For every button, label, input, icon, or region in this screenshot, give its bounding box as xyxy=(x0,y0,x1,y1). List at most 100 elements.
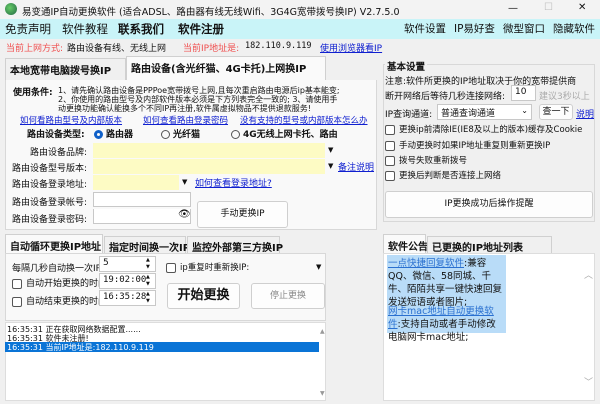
router-type-label: 路由设备类型: xyxy=(27,130,85,140)
scroll-up-icon[interactable]: ▲ xyxy=(320,328,325,335)
menu-tutorial[interactable]: 软件教程 xyxy=(62,21,108,37)
router-model-link[interactable]: 如何看路由型号及内部版本 xyxy=(20,114,122,126)
account-input[interactable] xyxy=(93,192,191,207)
channel-select[interactable]: 普通查询通道 ⌄ xyxy=(437,104,532,120)
interval-spinner[interactable]: ▲ ▼ xyxy=(146,257,150,271)
menu-hide[interactable]: 隐藏软件 xyxy=(553,21,595,36)
auto-start-label: 自动开始更换的时间: xyxy=(26,279,111,289)
ip-value: 182.110.9.119 xyxy=(245,41,312,51)
model-select[interactable] xyxy=(93,159,325,174)
check-redial[interactable]: 拨号失败重新拨号 xyxy=(385,154,467,166)
ip-label: 当前IP地址是: xyxy=(183,44,240,54)
notice-link-quick-reply[interactable]: 一点快捷回复软件 xyxy=(388,258,464,269)
basic-settings-title: 基本设置 xyxy=(385,59,428,73)
end-time-spinner[interactable]: ▲ ▼ xyxy=(146,291,150,305)
interval-label: 每隔几秒自动换一次IP: xyxy=(12,264,105,274)
chevron-down-icon: ⌄ xyxy=(521,106,528,115)
usage-line-3: 动更换功能确认能换多个不同IP再注册,软件属虚拟物品不提供退款服务! xyxy=(58,104,311,113)
channel-explain-link[interactable]: 说明 xyxy=(576,107,594,120)
usage-label: 使用条件: xyxy=(13,88,53,98)
radio-router-label: 路由器 xyxy=(106,130,134,140)
password-label: 路由设备登录密码: xyxy=(12,215,88,225)
check-ip-button[interactable]: 查一下 xyxy=(539,104,573,120)
close-button[interactable]: ✕ xyxy=(578,2,586,13)
minimize-button[interactable]: — xyxy=(508,3,518,14)
check-label: 手动更换时如果IP地址重复则重新更换IP xyxy=(399,141,551,151)
chevron-down-icon[interactable]: ▼ xyxy=(316,263,321,271)
browser-ip-link[interactable]: 使用浏览器看IP xyxy=(320,41,382,54)
mode-label: 当前上网方式: xyxy=(6,44,64,54)
brand-label: 路由设备品牌: xyxy=(30,148,88,158)
check-label: 更换ip前清除IE(IE8及以上的版本)缓存及Cookie xyxy=(399,125,583,135)
checkbox-icon xyxy=(166,262,176,273)
check-label: 更换后判断是否连接上网络 xyxy=(399,171,502,181)
channel-value: 普通查询通道 xyxy=(441,109,496,119)
radio-4g[interactable]: 4G无线上网卡托、路由 xyxy=(231,127,338,140)
tab-notice[interactable]: 软件公告 xyxy=(383,234,428,254)
maximize-button[interactable]: ☐ xyxy=(544,2,553,13)
mode-value: 路由设备有线、无线上网 xyxy=(67,44,167,54)
chevron-down-icon[interactable]: ▼ xyxy=(182,178,187,186)
checkbox-icon xyxy=(385,124,395,135)
checkbox-icon xyxy=(12,278,22,289)
chevron-down-icon[interactable]: ▼ xyxy=(328,146,333,154)
check-repeat-change[interactable]: 手动更换时如果IP地址重复则重新更换IP xyxy=(385,139,550,151)
check-connection[interactable]: 更换后判断是否连接上网络 xyxy=(385,169,501,181)
menu-contact[interactable]: 联系我们 xyxy=(118,21,164,37)
scroll-down-icon[interactable]: ▼ xyxy=(320,390,325,397)
auto-start-check[interactable]: 自动开始更换的时间: xyxy=(12,276,110,289)
channel-label: IP查询通道: xyxy=(385,110,433,120)
address-help-link[interactable]: 如何查看登录地址? xyxy=(195,176,272,189)
radio-router[interactable]: 路由器 xyxy=(94,127,133,140)
notice-item: 一点快捷回复软件:兼容QQ、微信、58同城、千牛、陌陌共享一键快速回复发送短语或… xyxy=(388,257,505,309)
account-label: 路由设备登录帐号: xyxy=(12,198,88,208)
menu-register[interactable]: 软件注册 xyxy=(178,21,224,37)
menu-disclaimer[interactable]: 免责声明 xyxy=(5,21,51,37)
notice-item: 网卡mac地址自动更换软件:支持自动或者手动修改电脑网卡mac地址; xyxy=(388,305,505,344)
router-password-link[interactable]: 如何查看路由登录密码 xyxy=(143,114,228,126)
app-logo-icon xyxy=(5,3,17,15)
chevron-down-icon[interactable]: ▼ xyxy=(328,162,333,170)
address-select[interactable] xyxy=(93,175,179,190)
tab-monitor[interactable]: 监控外部第三方换IP xyxy=(187,236,283,254)
basic-note: 注意:软件所更换的IP地址取决于你的宽带提供商 xyxy=(385,77,577,87)
stop-change-button[interactable]: 停止更换 xyxy=(251,283,325,309)
checkbox-icon xyxy=(385,155,395,166)
model-note-link[interactable]: 备注说明 xyxy=(338,160,374,173)
scroll-down-icon[interactable]: ﹀ xyxy=(584,375,593,388)
tab-scheduled[interactable]: 指定时间换一次IP xyxy=(104,236,190,254)
checkbox-icon xyxy=(12,296,22,307)
tab-ip-history[interactable]: 已更换的IP地址列表 xyxy=(427,236,552,254)
repeat-check[interactable]: ip重复时重新换IP: xyxy=(166,261,249,273)
radio-fiber[interactable]: 光纤猫 xyxy=(161,127,200,140)
repeat-label: ip重复时重新换IP: xyxy=(180,263,250,273)
tab-auto-loop[interactable]: 自动循环更换IP地址 xyxy=(5,234,103,254)
checkbox-icon xyxy=(385,140,395,151)
wait-hint: 建议3秒以上 xyxy=(539,92,590,102)
success-remind-button[interactable]: IP更换成功后操作提醒 xyxy=(385,191,593,218)
auto-end-check[interactable]: 自动结束更换的时间: xyxy=(12,294,110,307)
radio-icon xyxy=(231,130,240,139)
tab-local-dialup[interactable]: 本地宽带电脑拨号换IP xyxy=(5,58,126,80)
check-clear-cache[interactable]: 更换ip前清除IE(IE8及以上的版本)缓存及Cookie xyxy=(385,123,582,135)
tab-router[interactable]: 路由设备(含光纤猫、4G卡托)上网换IP xyxy=(126,56,326,81)
radio-icon xyxy=(161,130,170,139)
start-time-spinner[interactable]: ▲ ▼ xyxy=(146,274,150,288)
eye-icon[interactable]: 👁 xyxy=(178,209,191,220)
unsupported-model-link[interactable]: 没有支持的型号或内部版本怎么办 xyxy=(240,114,368,126)
scroll-up-icon[interactable]: ︿ xyxy=(584,268,593,281)
menu-ip-lookup[interactable]: IP易好查 xyxy=(454,21,495,36)
brand-select[interactable] xyxy=(93,143,325,158)
model-label: 路由设备型号版本: xyxy=(12,164,88,174)
radio-4g-label: 4G无线上网卡托、路由 xyxy=(243,130,338,140)
radio-selected-icon xyxy=(94,130,103,139)
password-input[interactable] xyxy=(93,209,191,224)
menu-settings[interactable]: 软件设置 xyxy=(404,21,446,36)
radio-fiber-label: 光纤猫 xyxy=(173,130,201,140)
start-change-button[interactable]: 开始更换 xyxy=(167,283,240,309)
wait-input[interactable]: 10 xyxy=(511,85,536,101)
manual-change-button[interactable]: 手动更换IP xyxy=(197,201,288,228)
notice-text: :支持自动或者手动修改电脑网卡mac地址; xyxy=(388,319,496,343)
menu-mini-window[interactable]: 微型窗口 xyxy=(503,21,545,36)
auto-end-label: 自动结束更换的时间: xyxy=(26,297,111,307)
